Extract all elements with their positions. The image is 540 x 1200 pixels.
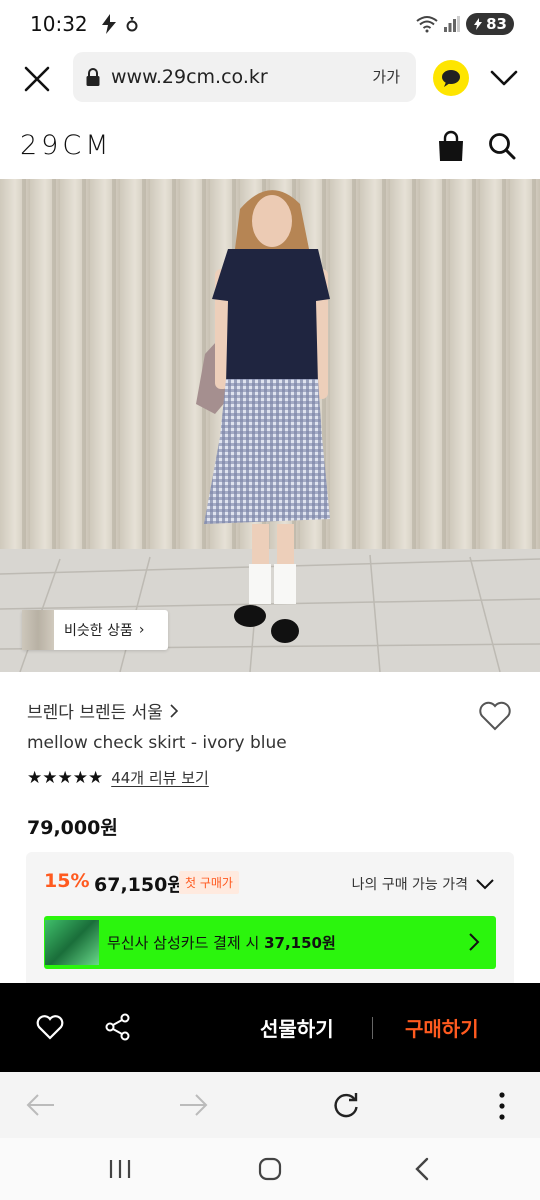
url-text: www.29cm.co.kr <box>111 66 268 88</box>
browser-toolbar: www.29cm.co.kr 가가 <box>0 48 540 108</box>
similar-thumbnail <box>22 610 54 650</box>
browser-nav-bar <box>0 1072 540 1138</box>
product-photo <box>0 179 540 672</box>
text-size-button[interactable]: 가가 <box>372 66 400 87</box>
site-logo[interactable]: 29CM <box>20 130 113 161</box>
brand-name: 브렌다 브렌든 서울 <box>27 703 163 723</box>
back-icon[interactable] <box>412 1157 432 1181</box>
bolt-icon <box>101 14 116 34</box>
chevron-right-icon: › <box>138 622 145 638</box>
status-time: 10:32 <box>30 12 88 36</box>
chevron-down-icon[interactable] <box>488 62 520 94</box>
status-left-icons <box>100 14 138 34</box>
buy-button[interactable]: 구매하기 <box>405 1013 479 1042</box>
address-bar[interactable]: www.29cm.co.kr 가가 <box>73 52 416 102</box>
discount-percent: 15% <box>44 870 90 892</box>
arrow-left-icon[interactable] <box>26 1092 56 1118</box>
divider <box>372 1017 373 1039</box>
chevron-down-icon <box>476 879 494 890</box>
brand-link[interactable]: 브렌다 브렌든 서울 <box>27 698 179 723</box>
card-promo-text: 무신사 삼성카드 결제 시 37,150원 <box>107 932 336 953</box>
home-icon[interactable] <box>258 1157 282 1181</box>
wifi-icon <box>416 16 438 33</box>
discount-price: 67,150원 <box>94 874 185 896</box>
chat-bubble-icon <box>442 70 460 87</box>
card-promo-banner[interactable]: 무신사 삼성카드 결제 시 37,150원 <box>44 916 496 969</box>
signal-icon <box>444 16 461 32</box>
heart-icon[interactable] <box>478 700 512 732</box>
notification-icon <box>126 17 138 32</box>
similar-products-label: 비슷한 상품 <box>64 623 133 639</box>
chevron-right-icon <box>469 933 480 951</box>
recent-apps-icon[interactable] <box>108 1158 132 1180</box>
more-vertical-icon[interactable] <box>496 1091 508 1121</box>
product-name: mellow check skirt - ivory blue <box>27 733 287 753</box>
card-promo-amount: 37,150원 <box>264 934 336 952</box>
lock-icon <box>86 68 100 86</box>
gift-button[interactable]: 선물하기 <box>260 1013 334 1042</box>
system-nav-bar <box>0 1138 540 1200</box>
card-thumbnail <box>45 920 99 965</box>
first-purchase-badge: 첫 구매가 <box>179 871 239 894</box>
arrow-right-icon[interactable] <box>178 1092 208 1118</box>
review-link[interactable]: 44개 리뷰 보기 <box>111 767 209 788</box>
star-rating: ★★★★★ <box>27 767 104 788</box>
kakao-chat-button[interactable] <box>433 60 469 96</box>
site-header: 29CM <box>0 118 540 178</box>
share-icon[interactable] <box>104 1013 132 1041</box>
battery-icon: 83 <box>466 13 514 35</box>
my-price-toggle[interactable]: 나의 구매 가능 가격 <box>352 874 494 894</box>
rating-row: ★★★★★ 44개 리뷰 보기 <box>27 767 209 788</box>
card-promo-label: 무신사 삼성카드 결제 시 <box>107 934 260 952</box>
similar-products-button[interactable]: 비슷한 상품 › <box>22 610 168 650</box>
refresh-icon[interactable] <box>332 1091 360 1119</box>
discount-panel: 15% 67,150원 첫 구매가 나의 구매 가능 가격 무신사 삼성카드 결… <box>26 852 514 992</box>
close-icon[interactable] <box>22 64 52 94</box>
heart-icon[interactable] <box>36 1014 64 1040</box>
product-image[interactable]: 비슷한 상품 › <box>0 179 540 672</box>
status-right: 83 <box>416 13 514 35</box>
chevron-right-icon <box>170 703 179 718</box>
search-icon[interactable] <box>487 131 517 161</box>
shopping-bag-icon[interactable] <box>437 130 465 162</box>
product-price: 79,000원 <box>27 817 118 839</box>
my-price-label: 나의 구매 가능 가격 <box>351 877 468 893</box>
battery-level: 83 <box>486 15 507 33</box>
purchase-action-bar: 선물하기 구매하기 <box>0 983 540 1072</box>
status-bar: 10:32 83 <box>0 0 540 48</box>
